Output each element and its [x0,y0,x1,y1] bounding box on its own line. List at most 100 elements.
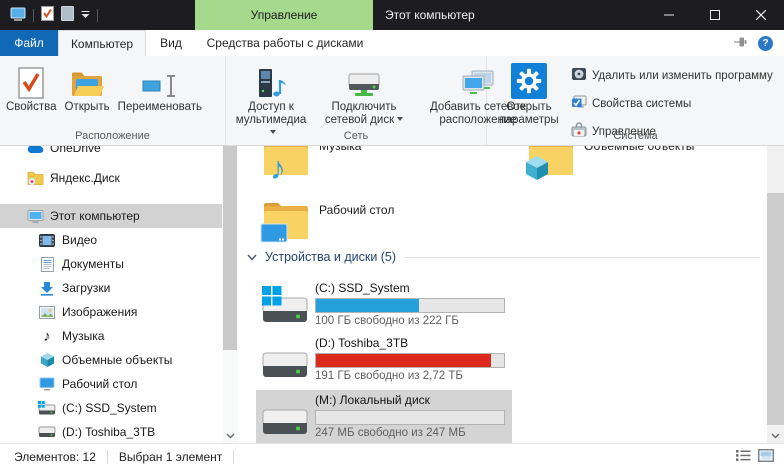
drive-free-space: 100 ГБ свободно из 222 ГБ [315,314,508,328]
drive-m-large-icon [262,398,308,440]
media-access-button[interactable]: Доступ к мультимедиа [228,59,314,140]
ribbon-group-system: Открыть параметры Удалить или изменить п… [487,56,784,145]
drive-tile-m[interactable]: (M:) Локальный диск 247 МБ свободно из 2… [256,390,512,443]
quick-access-toolbar [0,6,98,25]
sidebar-item-label: Рабочий стол [62,377,137,391]
content-scroll-down-icon[interactable] [767,433,784,439]
drive-info: (C:) SSD_System 100 ГБ свободно из 222 Г… [315,281,508,328]
open-button[interactable]: Открыть [61,59,114,114]
group-label-network: Сеть [226,130,486,142]
tab-view-label: Вид [160,36,182,50]
3d-objects-folder-icon [527,146,575,180]
thumbnail-view-icon[interactable] [758,449,774,465]
qat-customize-chevron-icon[interactable] [81,8,90,22]
sidebar-item-label: Музыка [62,329,104,343]
sidebar-item-desktop[interactable]: Рабочий стол [0,372,222,396]
open-settings-button[interactable]: Открыть параметры [489,59,569,127]
sidebar-item-label: Объемные объекты [62,353,172,367]
contextual-tab-header[interactable]: Управление [195,0,373,30]
sidebar-item-pictures[interactable]: Изображения [0,300,222,324]
drive-name: (M:) Локальный диск [315,393,508,408]
details-view-icon[interactable] [736,449,751,465]
folder-tile-3d-objects[interactable]: Объемные объекты [527,146,767,188]
folder-tile-desktop[interactable]: Рабочий стол [262,198,502,252]
documents-icon [38,256,56,273]
drive-name: (D:) Toshiba_3TB [315,336,508,351]
drive-info: (M:) Локальный диск 247 МБ свободно из 2… [315,393,508,440]
sidebar-item-drive-c[interactable]: (C:) SSD_System [0,396,222,420]
onedrive-icon [26,146,44,157]
properties-label: Свойства [6,101,57,113]
content-scrollbar-thumb[interactable] [767,193,784,425]
drive-c-large-icon [262,286,308,328]
sidebar-item-videos[interactable]: Видео [0,228,222,252]
uninstall-program-button[interactable]: Удалить или изменить программу [571,66,773,87]
rename-button[interactable]: Переименовать [114,59,206,114]
help-icon[interactable]: ? [758,36,773,51]
media-access-label: Доступ к мультимедиа [236,101,307,126]
app-icon [10,6,26,25]
open-label: Открыть [65,101,110,113]
sidebar-scrollbar-thumb[interactable] [223,146,237,350]
dropdown-caret-icon [397,117,403,121]
sidebar-item-downloads[interactable]: Загрузки [0,276,222,300]
tab-file-label: Файл [14,36,44,50]
status-bar: Элементов: 12 Выбран 1 элемент [0,443,784,469]
minimize-button[interactable] [646,0,692,30]
desktop-icon [38,376,56,393]
folder-label: Объемные объекты [584,146,694,153]
music-note-glyph: ♪ [43,329,51,344]
drive-c-icon [38,400,56,417]
ribbon-group-network: Доступ к мультимедиа Подключить сетевой … [226,56,487,145]
sidebar-item-documents[interactable]: Документы [0,252,222,276]
toolbar-separator [33,9,34,22]
sidebar-scrollbar[interactable] [222,146,238,443]
devices-and-drives-section-header[interactable]: Устройства и диски (5) [247,250,760,264]
content-scrollbar[interactable] [767,146,784,443]
properties-button[interactable]: Свойства [2,59,61,114]
folder-label: Рабочий стол [319,203,394,217]
drive-usage-bar [315,410,505,425]
map-network-drive-button[interactable]: Подключить сетевой диск [314,59,414,127]
tab-disk-tools[interactable]: Средства работы с дисками [196,30,374,56]
open-settings-label: Открыть параметры [499,101,558,126]
qat-new-folder-icon[interactable] [61,6,74,24]
drive-usage-fill [316,354,491,367]
3d-objects-icon [38,352,56,369]
music-note-overlay: ♪ [270,152,286,184]
drive-tile-c[interactable]: (C:) SSD_System 100 ГБ свободно из 222 Г… [256,278,512,331]
drive-tile-d[interactable]: (D:) Toshiba_3TB 191 ГБ свободно из 2,72… [256,333,512,386]
sidebar-item-label: Загрузки [62,281,110,295]
sidebar-item-label: (D:) Toshiba_3TB [62,425,155,439]
sidebar-item-onedrive[interactable]: OneDrive [0,146,222,160]
tabrow-right-controls: ? [733,30,784,56]
tab-computer[interactable]: Компьютер [58,30,146,56]
sidebar-scroll-down-icon[interactable] [222,433,238,439]
sidebar-item-label: (C:) SSD_System [62,401,157,415]
group-label-location: Расположение [0,130,225,142]
sidebar-item-yandex-disk[interactable]: Яндекс.Диск [0,166,222,190]
drive-d-icon [38,424,56,441]
qat-properties-icon[interactable] [41,6,54,24]
pin-ribbon-icon[interactable] [733,35,747,52]
pictures-icon [38,304,56,321]
sidebar-item-3d-objects[interactable]: Объемные объекты [0,348,222,372]
tab-file[interactable]: Файл [0,30,58,56]
system-properties-button[interactable]: Свойства системы [571,94,773,115]
toolbar-separator [97,9,98,22]
sidebar-item-drive-d[interactable]: (D:) Toshiba_3TB [0,420,222,443]
ribbon-tab-row: Файл Компьютер Вид Средства работы с дис… [0,30,784,56]
collapse-chevron-icon[interactable] [247,254,257,261]
sidebar-item-music[interactable]: ♪ Музыка [0,324,222,348]
selection-count: Выбран 1 элемент [119,450,222,464]
drive-usage-bar [315,298,505,313]
maximize-button[interactable] [692,0,738,30]
tab-view[interactable]: Вид [146,30,196,56]
folder-tile-music[interactable]: ♪ Музыка [262,146,502,188]
close-button[interactable] [738,0,784,30]
sidebar-item-this-pc[interactable]: Этот компьютер [0,204,222,228]
system-properties-label: Свойства системы [592,97,691,112]
tab-computer-label: Компьютер [71,37,133,51]
desktop-overlay-icon [260,223,288,248]
desktop-folder-icon [262,198,310,244]
